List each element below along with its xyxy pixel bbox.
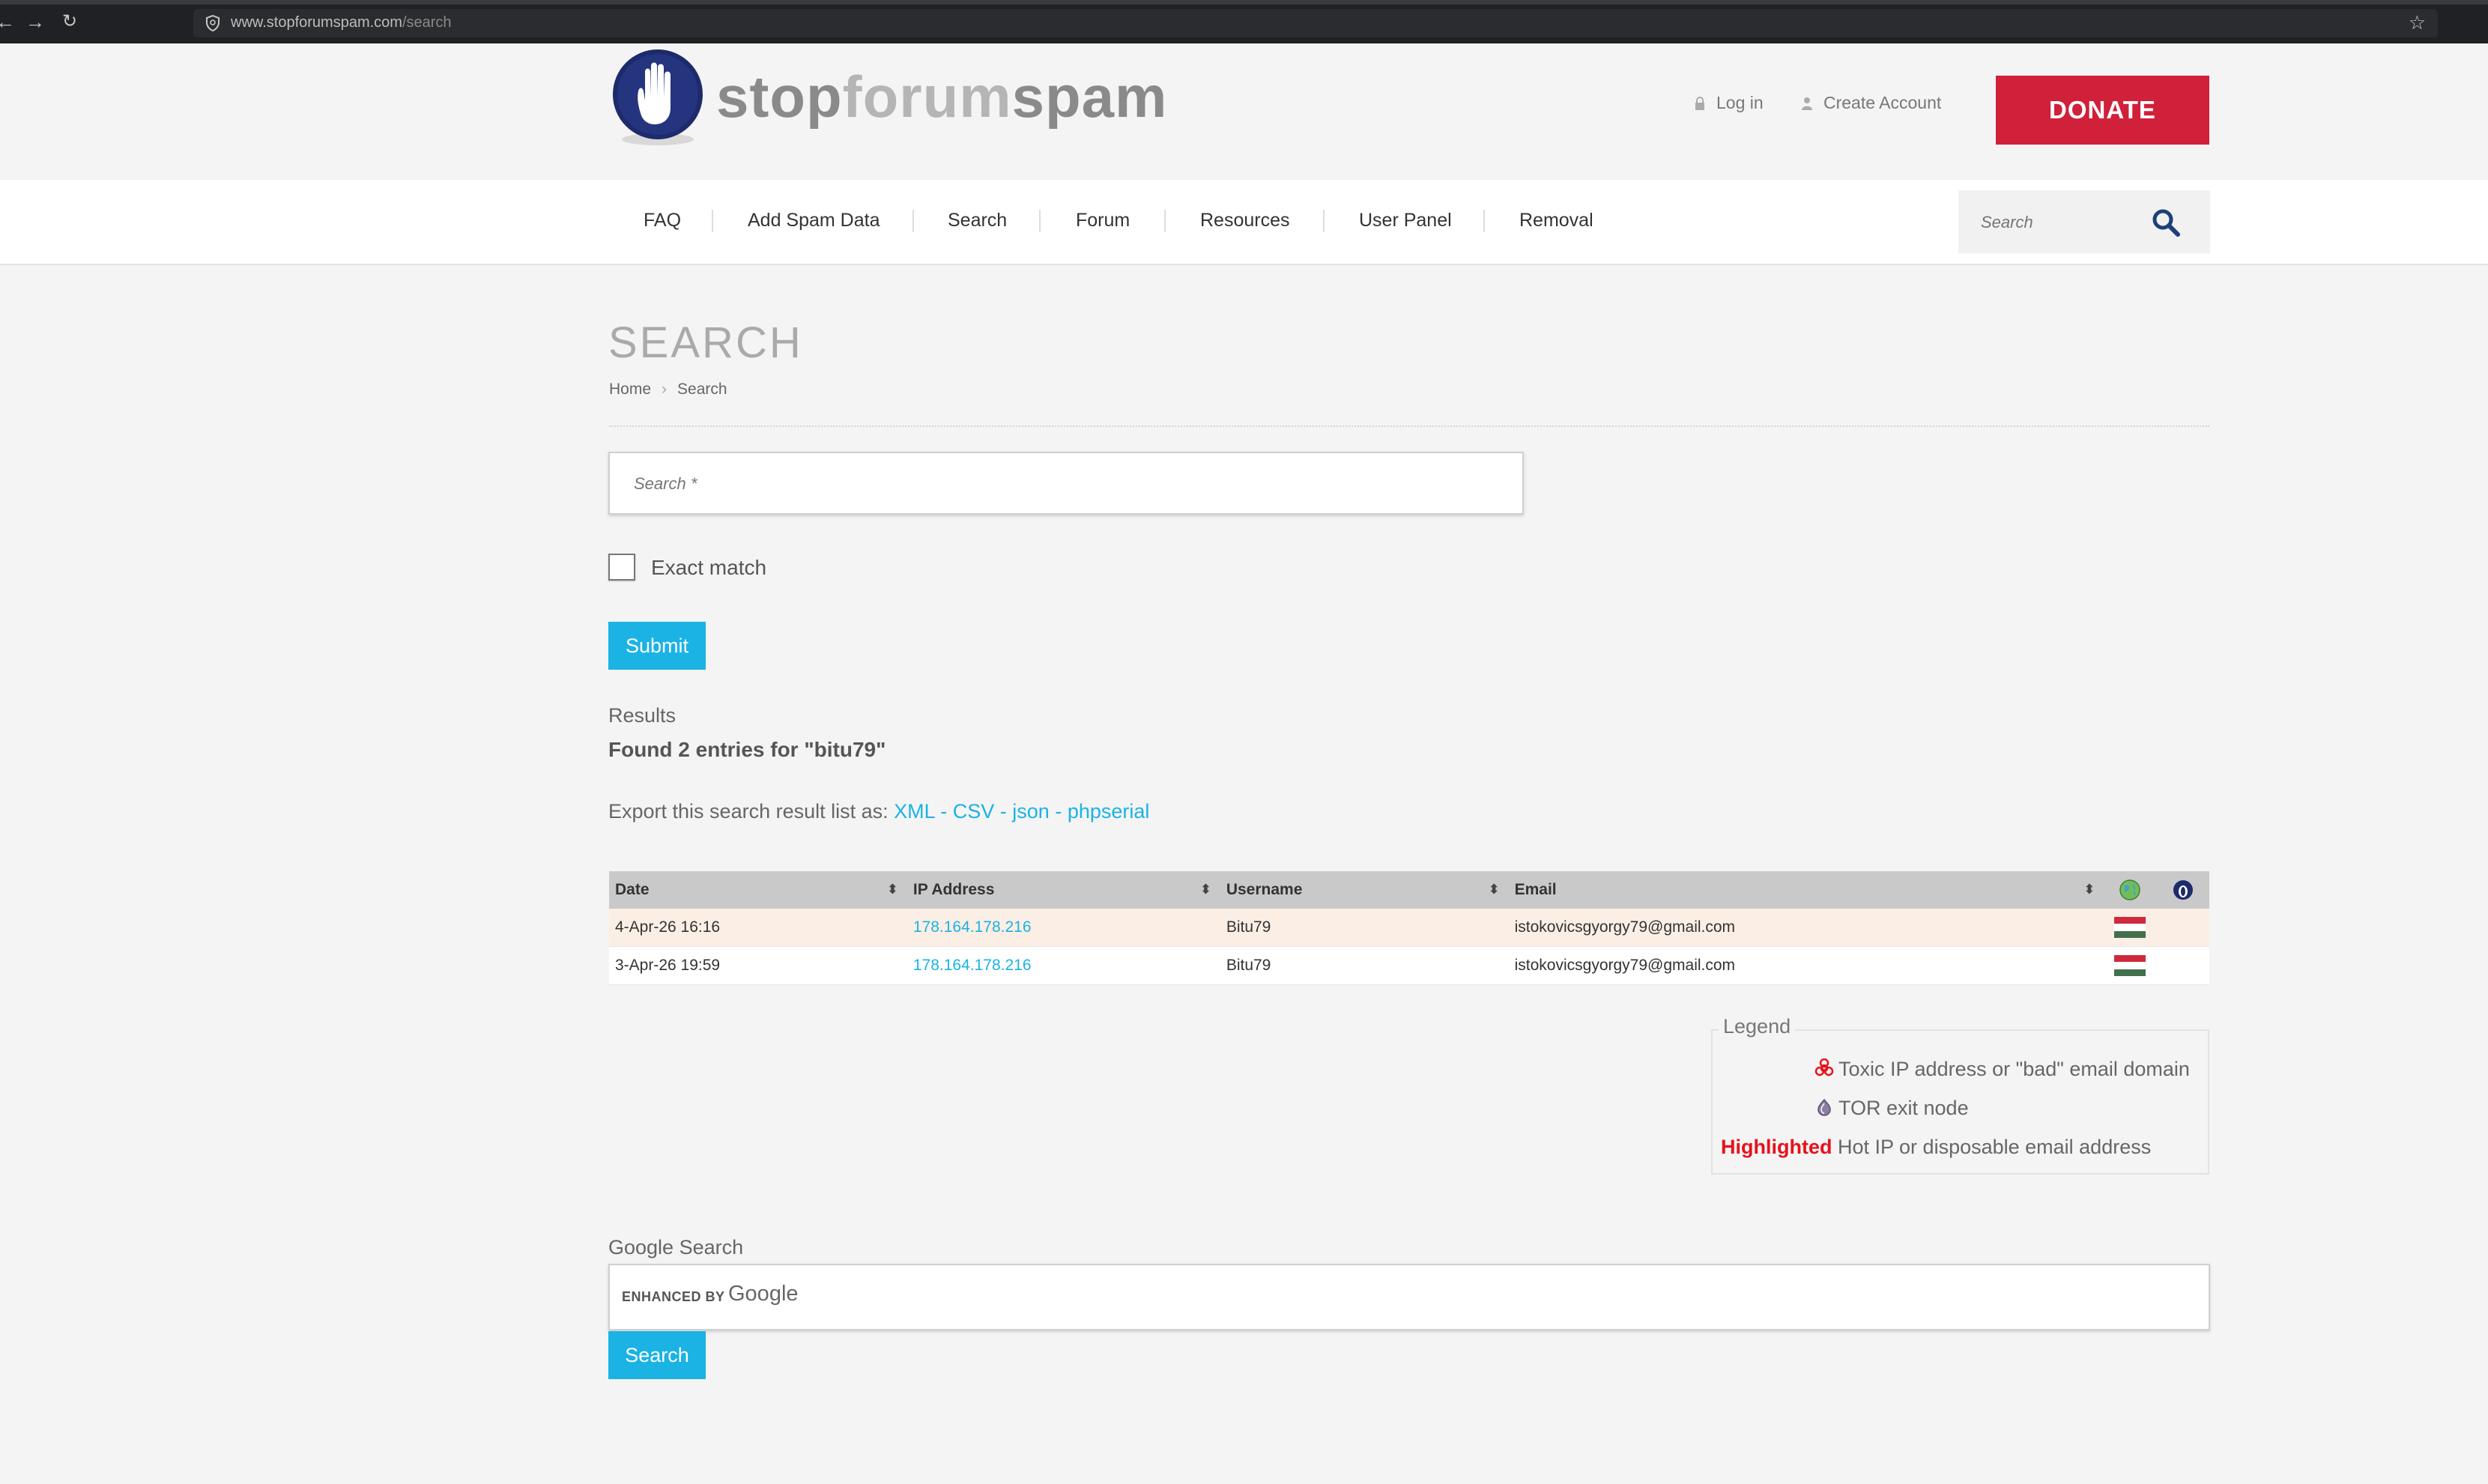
donate-button[interactable]: DONATE — [1996, 76, 2209, 145]
lock-icon — [1695, 97, 1704, 110]
column-header-date[interactable]: Date ⬍ — [609, 871, 907, 909]
cell-country — [2104, 909, 2157, 947]
nav-divider — [912, 210, 914, 232]
legend-highlighted: Highlighted Hot IP or disposable email a… — [1721, 1136, 2152, 1158]
cell-ip: 178.164.178.216 — [906, 909, 1220, 947]
nav-item-faq[interactable]: FAQ — [644, 210, 681, 231]
cell-tor — [2156, 946, 2209, 985]
submit-button[interactable]: Submit — [608, 622, 706, 670]
google-search-button[interactable]: Search — [608, 1331, 706, 1379]
sort-icon[interactable]: ⬍ — [1200, 882, 1211, 897]
cell-date: 3-Apr-26 19:59 — [609, 946, 907, 985]
biohazard-icon — [1814, 1058, 1834, 1076]
results-label: Results — [608, 704, 677, 727]
nav-item-user-panel[interactable]: User Panel — [1359, 210, 1452, 231]
url-text: www.stopforumspam.com/search — [231, 14, 452, 31]
nav-item-add-spam-data[interactable]: Add Spam Data — [748, 210, 880, 231]
column-header-email[interactable]: Email ⬍ — [1508, 871, 2104, 909]
tab-strip — [0, 0, 2488, 4]
export-json-link[interactable]: json — [1012, 800, 1050, 823]
ip-link[interactable]: 178.164.178.216 — [913, 957, 1032, 974]
cell-country — [2104, 946, 2157, 985]
exact-match-label: Exact match — [651, 556, 767, 579]
search-input[interactable] — [610, 453, 1548, 515]
sort-icon[interactable]: ⬍ — [1489, 882, 1500, 897]
exact-match-checkbox[interactable] — [608, 554, 635, 581]
nav-divider — [1164, 210, 1166, 232]
google-search-field[interactable]: ENHANCED BY Google — [608, 1264, 2210, 1330]
tor-onion-icon — [2173, 880, 2193, 900]
cell-username: Bitu79 — [1220, 909, 1509, 947]
sort-icon[interactable]: ⬍ — [2083, 882, 2095, 897]
nav-item-resources[interactable]: Resources — [1200, 210, 1290, 231]
legend-toxic: Toxic IP address or "bad" email domain — [1814, 1058, 2190, 1081]
main-nav: FAQ Add Spam Data Search Forum Resources… — [0, 180, 2488, 265]
user-icon — [1802, 97, 1812, 110]
legend-title: Legend — [1719, 1015, 1796, 1038]
export-prefix: Export this search result list as: — [608, 800, 889, 823]
nav-item-forum[interactable]: Forum — [1076, 210, 1130, 231]
nav-search-input[interactable] — [1958, 190, 2155, 255]
address-bar[interactable]: www.stopforumspam.com/search ☆ — [193, 9, 2438, 37]
hungary-flag-icon — [2114, 917, 2146, 938]
search-field — [608, 452, 1548, 515]
column-header-ip[interactable]: IP Address ⬍ — [906, 871, 1220, 909]
export-xml-link[interactable]: XML — [894, 800, 935, 823]
onion-icon — [1817, 1098, 1831, 1116]
dotted-divider — [609, 425, 2209, 427]
google-search-label: Google Search — [608, 1236, 744, 1259]
hungary-flag-icon — [2114, 955, 2146, 976]
cell-ip: 178.164.178.216 — [906, 946, 1220, 985]
chevron-right-icon: › — [662, 381, 668, 398]
login-link[interactable]: Log in — [1694, 93, 1764, 113]
export-phpserial-link[interactable]: phpserial — [1068, 800, 1150, 823]
nav-divider — [1039, 210, 1041, 232]
search-icon[interactable] — [2152, 208, 2180, 237]
globe-icon — [2119, 879, 2141, 900]
enhanced-by-label: ENHANCED BY — [622, 1289, 725, 1304]
nav-divider — [1323, 210, 1325, 232]
ip-link[interactable]: 178.164.178.216 — [913, 918, 1032, 936]
found-entries-text: Found 2 entries for "bitu79" — [608, 738, 886, 761]
breadcrumb-home[interactable]: Home — [609, 381, 651, 398]
nav-search-box — [1958, 190, 2210, 255]
cell-date: 4-Apr-26 16:16 — [609, 909, 907, 947]
legend-highlighted-word: Highlighted — [1721, 1136, 1832, 1158]
sort-icon[interactable]: ⬍ — [887, 882, 898, 897]
arrow-right-icon[interactable]: → — [24, 10, 46, 33]
breadcrumb: Home › Search — [609, 381, 727, 399]
column-header-username[interactable]: Username ⬍ — [1220, 871, 1509, 909]
shield-icon — [206, 14, 220, 32]
legend-tor: TOR exit node — [1814, 1097, 1969, 1120]
arrow-left-icon[interactable]: ← — [0, 10, 16, 33]
breadcrumb-current: Search — [677, 381, 727, 398]
nav-item-removal[interactable]: Removal — [1519, 210, 1593, 231]
nav-divider — [712, 210, 713, 232]
browser-toolbar: ← → ↻ www.stopforumspam.com/search ☆ — [0, 0, 2488, 43]
reload-icon[interactable]: ↻ — [58, 10, 81, 33]
create-account-link[interactable]: Create Account — [1801, 93, 1941, 113]
hand-stop-icon — [613, 49, 703, 145]
column-header-country — [2104, 871, 2157, 909]
site-logo[interactable]: stopforumspam — [611, 46, 1166, 150]
cell-email: istokovicsgyorgy79@gmail.com — [1508, 946, 2104, 985]
page-title: SEARCH — [608, 318, 803, 367]
results-table: Date ⬍ IP Address ⬍ Username ⬍ Email ⬍ 4… — [609, 871, 2209, 985]
cell-username: Bitu79 — [1220, 946, 1509, 985]
export-csv-link[interactable]: CSV — [953, 800, 995, 823]
logo-wordmark: stopforumspam — [716, 64, 1168, 130]
cell-tor — [2156, 909, 2209, 947]
star-icon[interactable]: ☆ — [2409, 11, 2426, 34]
nav-divider — [1483, 210, 1485, 232]
nav-item-search[interactable]: Search — [948, 210, 1007, 231]
google-wordmark: Google — [728, 1282, 799, 1306]
table-row: 3-Apr-26 19:59 178.164.178.216 Bitu79 is… — [609, 946, 2209, 985]
cell-email: istokovicsgyorgy79@gmail.com — [1508, 909, 2104, 947]
table-row: 4-Apr-26 16:16 178.164.178.216 Bitu79 is… — [609, 909, 2209, 947]
column-header-tor — [2156, 871, 2209, 909]
export-line: Export this search result list as: XML -… — [608, 800, 1150, 823]
